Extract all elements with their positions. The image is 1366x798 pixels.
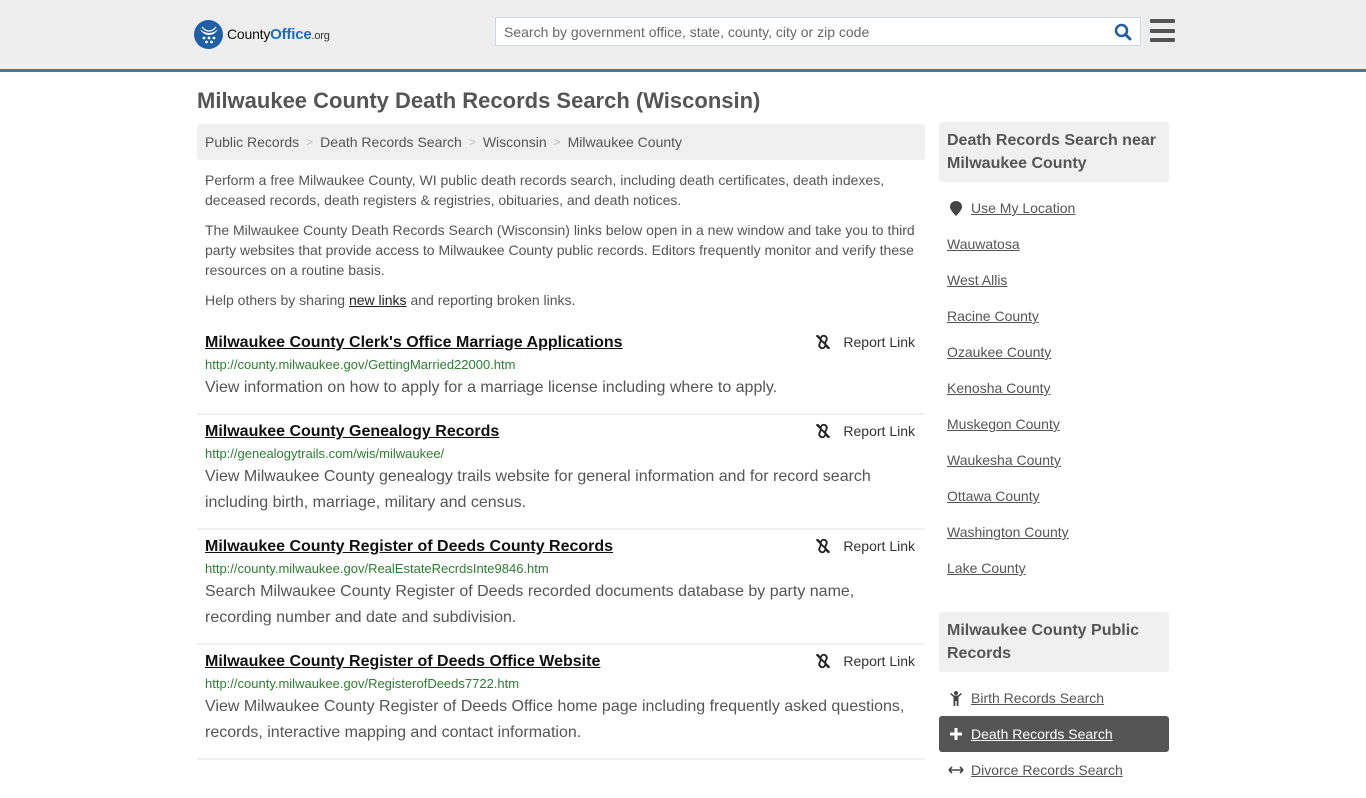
search-icon: [1114, 23, 1132, 40]
breadcrumb-separator: >: [468, 135, 476, 149]
logo-text-office: Office: [270, 26, 312, 43]
nearby-item[interactable]: Lake County: [939, 550, 1169, 586]
nearby-item[interactable]: Muskegon County: [939, 406, 1169, 442]
result-title-link[interactable]: Milwaukee County Clerk's Office Marriage…: [205, 332, 623, 354]
nearby-link[interactable]: Kenosha County: [947, 380, 1051, 396]
plus-icon: [947, 728, 965, 740]
menu-bar: [1150, 19, 1175, 23]
result-description: View Milwaukee County Register of Deeds …: [205, 698, 905, 741]
nearby-item[interactable]: Wauwatosa: [939, 226, 1169, 262]
nearby-heading: Death Records Search near Milwaukee Coun…: [939, 122, 1169, 182]
result-item: Milwaukee County Genealogy Records http:…: [197, 415, 925, 530]
broken-link-icon: [816, 538, 831, 554]
results-list: Milwaukee County Clerk's Office Marriage…: [197, 326, 925, 760]
nearby-item[interactable]: Kenosha County: [939, 370, 1169, 406]
report-link-button[interactable]: Report Link: [815, 334, 915, 350]
public-record-link[interactable]: Divorce Records Search: [971, 762, 1123, 778]
breadcrumb-separator: >: [553, 135, 561, 149]
result-url: http://county.milwaukee.gov/GettingMarri…: [205, 357, 516, 372]
menu-bar: [1150, 28, 1175, 33]
public-record-item-divorce[interactable]: Divorce Records Search: [939, 752, 1169, 788]
report-link-button[interactable]: Report Link: [815, 653, 915, 669]
child-icon: [947, 690, 965, 706]
nearby-link[interactable]: Lake County: [947, 560, 1026, 576]
public-record-link[interactable]: Birth Records Search: [971, 690, 1104, 706]
hamburger-menu-icon[interactable]: [1150, 19, 1175, 42]
nearby-item[interactable]: Waukesha County: [939, 442, 1169, 478]
search-input[interactable]: [496, 18, 1106, 45]
use-my-location[interactable]: Use My Location: [939, 190, 1169, 226]
intro-paragraph-1: Perform a free Milwaukee County, WI publ…: [205, 172, 885, 208]
public-record-item-birth[interactable]: Birth Records Search: [939, 680, 1169, 716]
result-title-link[interactable]: Milwaukee County Register of Deeds Offic…: [205, 651, 600, 673]
nearby-list: Use My Location Wauwatosa West Allis Rac…: [939, 182, 1169, 596]
report-link-label: Report Link: [843, 653, 915, 669]
public-record-item-death[interactable]: Death Records Search: [939, 716, 1169, 752]
nearby-link[interactable]: Ottawa County: [947, 488, 1040, 504]
nearby-link[interactable]: West Allis: [947, 272, 1007, 288]
eagle-stars-logo-icon: [194, 20, 223, 49]
arrows-horizontal-icon: [947, 765, 965, 775]
breadcrumb-wisconsin[interactable]: Wisconsin: [483, 134, 547, 150]
intro-paragraph-2: The Milwaukee County Death Records Searc…: [205, 222, 915, 278]
breadcrumb-public-records[interactable]: Public Records: [205, 134, 299, 150]
nearby-item[interactable]: Ottawa County: [939, 478, 1169, 514]
nearby-link[interactable]: Ozaukee County: [947, 344, 1051, 360]
broken-link-icon: [816, 423, 831, 439]
result-url: http://genealogytrails.com/wis/milwaukee…: [205, 446, 445, 461]
logo-wordmark: CountyOffice.org: [227, 26, 330, 43]
nearby-link[interactable]: Muskegon County: [947, 416, 1060, 432]
result-description: Search Milwaukee County Register of Deed…: [205, 583, 855, 626]
public-records-heading: Milwaukee County Public Records: [939, 612, 1169, 672]
breadcrumb-milwaukee-county[interactable]: Milwaukee County: [568, 134, 682, 150]
result-item: Milwaukee County Register of Deeds Count…: [197, 530, 925, 645]
logo-text-county: County: [227, 26, 271, 42]
sidebar: Death Records Search near Milwaukee Coun…: [939, 122, 1169, 798]
main-content: Public Records > Death Records Search > …: [197, 124, 925, 760]
intro-paragraph-3: Help others by sharing new links and rep…: [205, 290, 917, 310]
broken-link-icon: [816, 653, 831, 669]
search-button[interactable]: [1106, 18, 1140, 45]
intro-text-after: and reporting broken links.: [406, 292, 576, 308]
map-marker-icon: [947, 200, 965, 216]
result-title-link[interactable]: Milwaukee County Genealogy Records: [205, 421, 499, 443]
site-header: CountyOffice.org: [0, 0, 1366, 72]
public-record-link[interactable]: Death Records Search: [971, 726, 1113, 742]
public-records-list: Birth Records Search Death Records Searc…: [939, 672, 1169, 798]
report-link-button[interactable]: Report Link: [815, 423, 915, 439]
menu-bar: [1150, 38, 1175, 42]
intro-text: Perform a free Milwaukee County, WI publ…: [197, 170, 925, 310]
result-item: Milwaukee County Register of Deeds Offic…: [197, 645, 925, 760]
result-description: View information on how to apply for a m…: [205, 379, 778, 396]
result-url: http://county.milwaukee.gov/RealEstateRe…: [205, 561, 549, 576]
broken-link-icon: [816, 334, 831, 350]
result-title-link[interactable]: Milwaukee County Register of Deeds Count…: [205, 536, 613, 558]
nearby-item[interactable]: Ozaukee County: [939, 334, 1169, 370]
nearby-link[interactable]: Racine County: [947, 308, 1039, 324]
result-url: http://county.milwaukee.gov/RegisterofDe…: [205, 676, 520, 691]
page-title: Milwaukee County Death Records Search (W…: [197, 88, 761, 113]
site-logo[interactable]: CountyOffice.org: [194, 20, 330, 49]
nearby-link[interactable]: Waukesha County: [947, 452, 1061, 468]
search-bar: [495, 17, 1141, 46]
result-item: Milwaukee County Clerk's Office Marriage…: [197, 326, 925, 415]
nearby-item[interactable]: Racine County: [939, 298, 1169, 334]
report-link-label: Report Link: [843, 538, 915, 554]
report-link-label: Report Link: [843, 423, 915, 439]
report-link-label: Report Link: [843, 334, 915, 350]
nearby-link[interactable]: Wauwatosa: [947, 236, 1020, 252]
result-description: View Milwaukee County genealogy trails w…: [205, 468, 871, 511]
breadcrumb-separator: >: [306, 135, 314, 149]
intro-text-before: Help others by sharing: [205, 292, 349, 308]
breadcrumb-death-records-search[interactable]: Death Records Search: [320, 134, 462, 150]
breadcrumb: Public Records > Death Records Search > …: [197, 124, 925, 160]
logo-text-org: .org: [311, 30, 330, 42]
use-my-location-link[interactable]: Use My Location: [971, 200, 1075, 216]
nearby-item[interactable]: Washington County: [939, 514, 1169, 550]
nearby-link[interactable]: Washington County: [947, 524, 1069, 540]
nearby-item[interactable]: West Allis: [939, 262, 1169, 298]
report-link-button[interactable]: Report Link: [815, 538, 915, 554]
new-links-link[interactable]: new links: [349, 292, 407, 308]
